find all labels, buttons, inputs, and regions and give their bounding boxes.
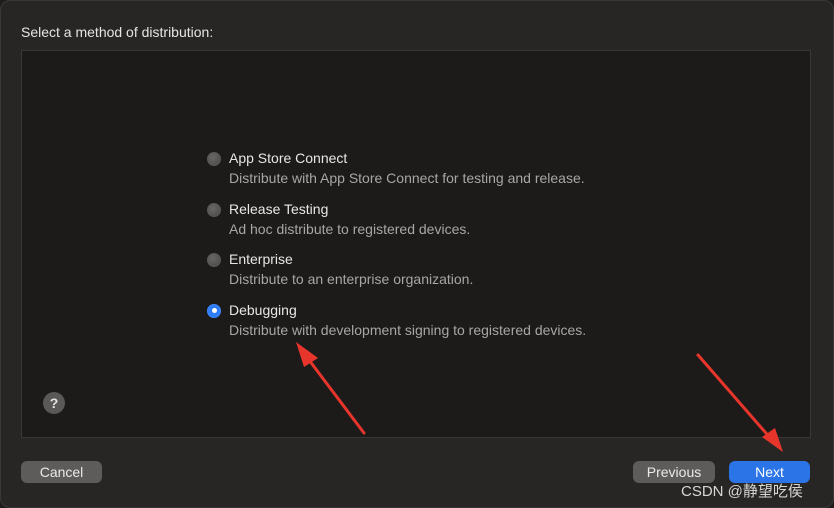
distribution-dialog: Select a method of distribution: App Sto… bbox=[0, 0, 834, 508]
radio-debugging[interactable] bbox=[207, 303, 221, 318]
option-title: Enterprise bbox=[229, 251, 293, 267]
help-button[interactable]: ? bbox=[43, 392, 65, 414]
option-description: Distribute to an enterprise organization… bbox=[229, 271, 474, 287]
option-description: Distribute with App Store Connect for te… bbox=[229, 170, 585, 186]
option-title: App Store Connect bbox=[229, 150, 348, 166]
option-description: Ad hoc distribute to registered devices. bbox=[229, 220, 471, 237]
option-title: Debugging bbox=[229, 301, 297, 318]
radio-app-store-connect[interactable] bbox=[207, 152, 221, 166]
radio-enterprise[interactable] bbox=[207, 253, 221, 267]
watermark: CSDN @静望吃侯 bbox=[681, 483, 803, 500]
cancel-button[interactable]: Cancel bbox=[21, 461, 102, 483]
options-panel bbox=[21, 50, 811, 438]
radio-release-testing[interactable] bbox=[207, 202, 221, 217]
dialog-title: Select a method of distribution: bbox=[21, 24, 214, 40]
option-title: Release Testing bbox=[229, 200, 329, 217]
option-description: Distribute with development signing to r… bbox=[229, 321, 587, 338]
